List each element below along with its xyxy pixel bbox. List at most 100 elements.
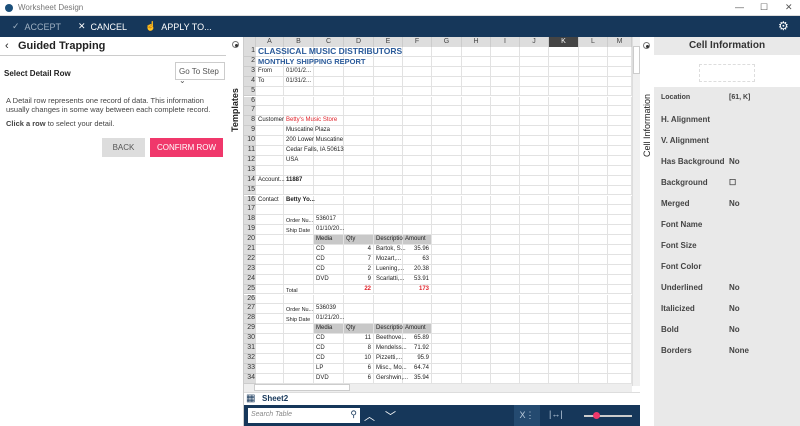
cell[interactable] <box>608 235 632 245</box>
cell[interactable] <box>579 165 608 176</box>
cell[interactable] <box>256 274 284 285</box>
cell[interactable] <box>256 126 284 137</box>
cell[interactable] <box>344 155 374 166</box>
cell[interactable] <box>520 353 549 364</box>
back-arrow-icon[interactable]: ‹ <box>5 40 9 52</box>
cell[interactable] <box>491 86 520 97</box>
cell[interactable] <box>374 155 403 166</box>
cell[interactable] <box>432 235 462 245</box>
cell[interactable] <box>374 56 403 67</box>
cell[interactable] <box>256 146 284 156</box>
cell[interactable]: 8 <box>344 344 374 354</box>
cell[interactable] <box>462 56 491 67</box>
cell[interactable]: Description <box>374 324 406 335</box>
cell[interactable] <box>462 304 491 315</box>
cell[interactable] <box>491 96 520 107</box>
cell[interactable] <box>284 205 314 216</box>
row-header[interactable]: 30 <box>244 334 256 344</box>
cell[interactable] <box>256 324 284 335</box>
cell[interactable] <box>549 106 579 117</box>
row-header[interactable]: 9 <box>244 126 256 137</box>
cell[interactable] <box>462 344 491 354</box>
cell[interactable]: Order Nu... <box>284 304 314 315</box>
cell[interactable] <box>344 146 374 156</box>
cell[interactable] <box>491 66 520 77</box>
fit-width-icon[interactable]: |↔| <box>549 409 563 419</box>
cell[interactable] <box>374 96 403 107</box>
cell[interactable] <box>374 86 403 97</box>
cell[interactable]: 22 <box>344 284 374 295</box>
cell[interactable]: CLASSICAL MUSIC DISTRIBUTORS <box>256 47 402 57</box>
search-input[interactable]: Search Table ⚲ <box>248 408 360 423</box>
cell[interactable] <box>608 373 632 384</box>
cell[interactable] <box>549 304 579 315</box>
cell[interactable] <box>432 373 462 384</box>
cell[interactable] <box>432 165 462 176</box>
cell[interactable]: Betty's Music Store <box>284 116 337 127</box>
cell[interactable] <box>403 47 432 57</box>
cell[interactable] <box>432 66 462 77</box>
cell[interactable] <box>608 254 632 265</box>
cell[interactable] <box>314 66 344 77</box>
cell[interactable] <box>549 264 579 275</box>
cell[interactable] <box>344 86 374 97</box>
cell[interactable] <box>579 126 608 137</box>
cell[interactable]: Cedar Falls, IA 50613 <box>284 146 344 156</box>
cell[interactable] <box>579 155 608 166</box>
cell[interactable] <box>608 47 632 57</box>
column-header[interactable]: J <box>520 37 549 47</box>
row-header[interactable]: 20 <box>244 235 256 245</box>
cell[interactable] <box>462 76 491 87</box>
cell[interactable] <box>520 116 549 127</box>
cell[interactable]: Mozart,... <box>374 254 403 265</box>
cell[interactable] <box>256 205 284 216</box>
cell[interactable] <box>608 146 632 156</box>
cell[interactable] <box>579 66 608 77</box>
cell[interactable]: CD <box>314 245 344 255</box>
cell[interactable] <box>256 344 284 354</box>
cell[interactable] <box>520 254 549 265</box>
cell[interactable] <box>462 353 491 364</box>
cell[interactable]: CD <box>314 334 344 344</box>
cell[interactable]: 11 <box>344 334 374 344</box>
cell[interactable] <box>284 324 314 335</box>
cell[interactable] <box>462 185 491 196</box>
cell[interactable]: 01/31/2... <box>284 76 314 87</box>
cell[interactable] <box>403 225 432 236</box>
cell[interactable]: Bartok, S... <box>374 245 406 255</box>
cell[interactable]: 4 <box>344 245 374 255</box>
cell[interactable] <box>344 96 374 107</box>
cell[interactable] <box>403 215 432 226</box>
search-icon[interactable]: ⚲ <box>350 409 357 420</box>
cell[interactable] <box>374 66 403 77</box>
cell[interactable] <box>374 175 403 186</box>
cell[interactable] <box>432 264 462 275</box>
expand-icon[interactable] <box>643 42 650 49</box>
cell[interactable] <box>520 106 549 117</box>
cell[interactable] <box>491 56 520 67</box>
cell[interactable] <box>549 324 579 335</box>
cell[interactable] <box>284 185 314 196</box>
cell[interactable] <box>344 76 374 87</box>
row-header[interactable]: 21 <box>244 245 256 255</box>
cell[interactable] <box>608 86 632 97</box>
cell[interactable] <box>374 126 403 137</box>
cell[interactable] <box>579 245 608 255</box>
cell[interactable] <box>549 274 579 285</box>
cell[interactable] <box>256 353 284 364</box>
cell[interactable] <box>314 86 344 97</box>
cell[interactable] <box>579 96 608 107</box>
cell[interactable] <box>256 155 284 166</box>
cell[interactable]: Beethove... <box>374 334 406 344</box>
column-header[interactable]: F <box>403 37 432 47</box>
cell[interactable] <box>520 76 549 87</box>
column-header[interactable]: K <box>549 37 579 47</box>
row-header[interactable]: 31 <box>244 344 256 354</box>
cell[interactable]: Media <box>314 235 344 245</box>
cell[interactable] <box>579 284 608 295</box>
cell[interactable] <box>549 245 579 255</box>
column-header[interactable]: L <box>579 37 608 47</box>
cell[interactable] <box>579 235 608 245</box>
cell[interactable] <box>403 294 432 305</box>
cell[interactable] <box>432 225 462 236</box>
